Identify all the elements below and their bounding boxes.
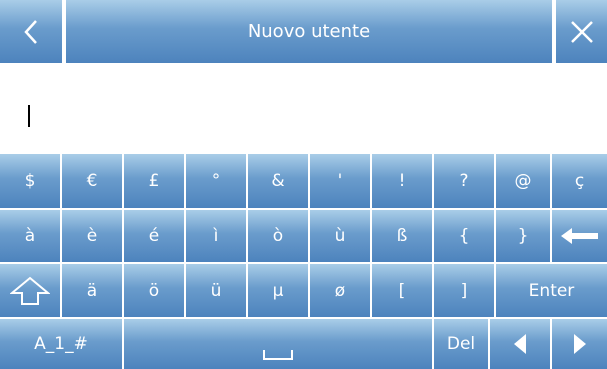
key-label: ] — [460, 280, 468, 301]
key-o-umlaut[interactable]: ö — [124, 264, 186, 319]
triangle-right-icon — [573, 334, 586, 354]
key-right-bracket[interactable]: ] — [434, 264, 496, 319]
text-input-field[interactable] — [0, 63, 607, 154]
key-label: ü — [210, 280, 222, 301]
key-euro[interactable]: € — [62, 154, 124, 210]
key-label: ä — [86, 280, 98, 301]
key-apostrophe[interactable]: ' — [310, 154, 372, 210]
key-e-acute[interactable]: é — [124, 210, 186, 264]
shift-button[interactable] — [0, 264, 62, 319]
enter-label: Enter — [528, 280, 575, 301]
key-i-grave[interactable]: ì — [186, 210, 248, 264]
key-label: ù — [334, 226, 346, 246]
delete-label: Del — [446, 334, 476, 354]
key-question[interactable]: ? — [434, 154, 496, 210]
key-label: ' — [337, 171, 343, 191]
key-label: ö — [148, 280, 160, 301]
key-pound[interactable]: £ — [124, 154, 186, 210]
key-label: é — [148, 226, 160, 246]
key-label: ø — [334, 280, 346, 301]
page-title: Nuovo utente — [66, 0, 552, 63]
key-label: ° — [211, 171, 221, 191]
cursor-left-button[interactable] — [490, 319, 552, 369]
close-icon — [570, 20, 593, 43]
triangle-left-icon — [514, 334, 526, 354]
on-screen-keyboard: $ € £ ° & ' ! ? @ ç à è é ì ò ù ß { } ä … — [0, 154, 607, 369]
key-label: @ — [514, 171, 532, 191]
key-degree[interactable]: ° — [186, 154, 248, 210]
key-label: ì — [213, 226, 219, 246]
key-ampersand[interactable]: & — [248, 154, 310, 210]
key-label: µ — [272, 280, 284, 301]
key-label: { — [458, 226, 470, 246]
title-bar: Nuovo utente — [0, 0, 607, 63]
space-button[interactable] — [124, 319, 434, 369]
chevron-left-icon — [24, 19, 37, 44]
key-label: [ — [398, 280, 406, 301]
key-label: è — [86, 226, 98, 246]
key-label: & — [271, 171, 285, 191]
backspace-button[interactable] — [552, 210, 607, 264]
key-label: } — [517, 226, 529, 246]
key-exclamation[interactable]: ! — [372, 154, 434, 210]
back-button[interactable] — [0, 0, 64, 63]
key-left-brace[interactable]: { — [434, 210, 496, 264]
text-caret — [28, 105, 30, 127]
key-micro[interactable]: µ — [248, 264, 310, 319]
key-at[interactable]: @ — [496, 154, 552, 210]
key-o-grave[interactable]: ò — [248, 210, 310, 264]
key-e-grave[interactable]: è — [62, 210, 124, 264]
key-label: € — [86, 171, 98, 191]
enter-button[interactable]: Enter — [496, 264, 607, 319]
key-label: ? — [459, 171, 469, 191]
key-left-bracket[interactable]: [ — [372, 264, 434, 319]
key-label: à — [24, 226, 36, 246]
key-c-cedilla[interactable]: ç — [552, 154, 607, 210]
key-sharp-s[interactable]: ß — [372, 210, 434, 264]
backspace-arrow-icon — [560, 228, 598, 244]
close-button[interactable] — [554, 0, 607, 63]
key-label: $ — [24, 171, 36, 191]
key-o-slash[interactable]: ø — [310, 264, 372, 319]
key-label: ò — [272, 226, 284, 246]
delete-button[interactable]: Del — [434, 319, 490, 369]
mode-switch-button[interactable]: A_1_# — [0, 319, 124, 369]
shift-arrow-icon — [10, 276, 50, 305]
key-label: £ — [148, 171, 160, 191]
mode-label: A_1_# — [34, 334, 88, 354]
cursor-right-button[interactable] — [552, 319, 607, 369]
key-right-brace[interactable]: } — [496, 210, 552, 264]
key-label: ! — [398, 171, 406, 191]
key-u-grave[interactable]: ù — [310, 210, 372, 264]
key-dollar[interactable]: $ — [0, 154, 62, 210]
key-label: ß — [396, 226, 408, 246]
key-u-umlaut[interactable]: ü — [186, 264, 248, 319]
key-label: ç — [574, 171, 585, 191]
space-bar-icon — [263, 350, 293, 360]
key-a-grave[interactable]: à — [0, 210, 62, 264]
key-a-umlaut[interactable]: ä — [62, 264, 124, 319]
